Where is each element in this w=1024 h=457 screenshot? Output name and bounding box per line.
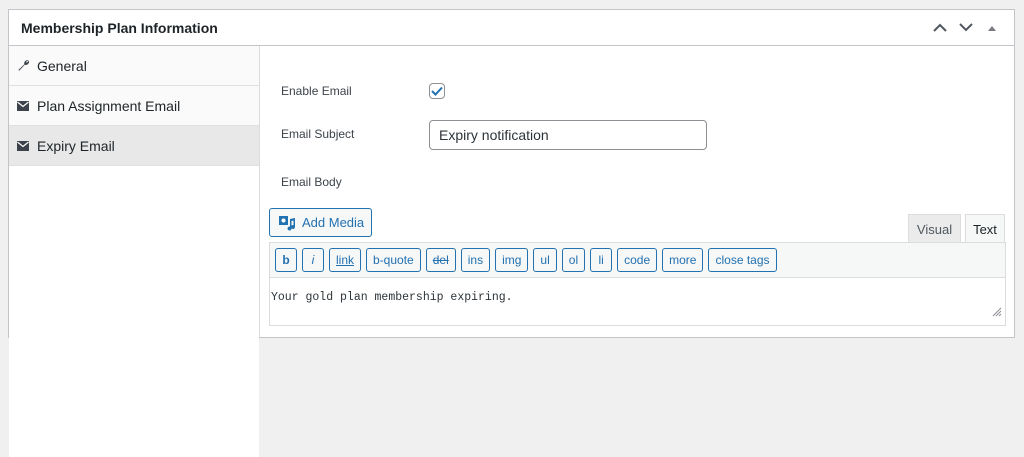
- chevron-down-icon[interactable]: [954, 16, 978, 40]
- tab-text[interactable]: Text: [965, 214, 1005, 243]
- email-body-editor: b i link b-quote del ins img ul ol li co…: [269, 242, 1006, 326]
- email-subject-label: Email Subject: [281, 127, 355, 141]
- blockquote-button[interactable]: b-quote: [366, 248, 421, 272]
- enable-email-label: Enable Email: [281, 84, 352, 98]
- ordered-list-button[interactable]: ol: [561, 248, 586, 272]
- sidebar-item-label: General: [37, 57, 87, 74]
- list-item-button[interactable]: li: [590, 248, 613, 272]
- checkmark-icon: [431, 86, 443, 96]
- tab-visual[interactable]: Visual: [908, 214, 961, 243]
- sidebar-item-plan-assignment-email[interactable]: Plan Assignment Email: [9, 86, 259, 126]
- envelope-icon: [15, 98, 31, 114]
- delete-button[interactable]: del: [425, 248, 456, 272]
- code-button[interactable]: code: [617, 248, 658, 272]
- sidebar-item-expiry-email[interactable]: Expiry Email: [9, 126, 259, 166]
- email-subject-input[interactable]: [429, 120, 707, 150]
- unordered-list-button[interactable]: ul: [533, 248, 557, 272]
- more-button[interactable]: more: [662, 248, 704, 272]
- resize-handle-icon[interactable]: [990, 304, 1002, 322]
- panel-title: Membership Plan Information: [21, 19, 218, 36]
- sidebar-empty-area: [9, 166, 259, 457]
- sidebar: General Plan Assignment Email Expiry Ema…: [9, 46, 260, 457]
- chevron-up-icon[interactable]: [928, 16, 952, 40]
- wrench-icon: [15, 58, 31, 74]
- panel-controls: [928, 16, 1004, 40]
- sidebar-item-label: Plan Assignment Email: [37, 97, 181, 114]
- panel-header: Membership Plan Information: [9, 10, 1014, 46]
- bold-button[interactable]: b: [275, 248, 297, 272]
- triangle-up-icon[interactable]: [980, 16, 1004, 40]
- add-media-label: Add Media: [302, 215, 365, 230]
- content-area: Enable Email Email Subject Email Body Ad…: [260, 46, 1014, 337]
- email-body-textarea[interactable]: Your gold plan membership expiring.: [270, 278, 1005, 325]
- email-body-label: Email Body: [281, 175, 342, 189]
- close-tags-button[interactable]: close tags: [708, 248, 777, 272]
- sidebar-item-general[interactable]: General: [9, 46, 259, 86]
- add-media-button[interactable]: Add Media: [269, 208, 372, 237]
- add-media-icon: [279, 215, 296, 231]
- sidebar-item-label: Expiry Email: [37, 137, 115, 154]
- enable-email-checkbox[interactable]: [429, 83, 445, 99]
- italic-button[interactable]: i: [302, 248, 324, 272]
- link-button[interactable]: link: [329, 248, 362, 272]
- membership-plan-panel: Membership Plan Information General Plan…: [8, 9, 1015, 457]
- quicktags-toolbar: b i link b-quote del ins img ul ol li co…: [270, 242, 1005, 278]
- insert-button[interactable]: ins: [460, 248, 491, 272]
- image-button[interactable]: img: [495, 248, 529, 272]
- envelope-icon: [15, 138, 31, 154]
